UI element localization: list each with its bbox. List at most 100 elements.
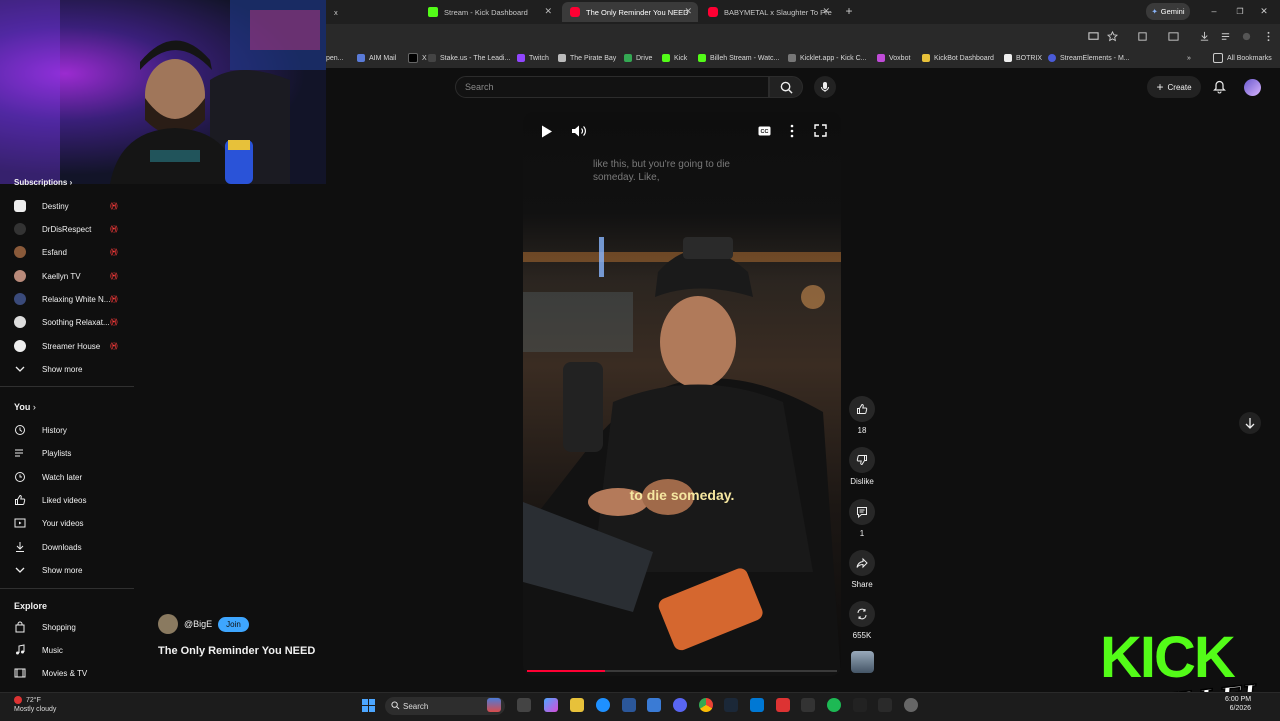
sidebar-item-soothing-relaxation[interactable]: Soothing Relaxat... ((•)) [0,311,140,333]
sidebar-item-downloads[interactable]: Downloads [0,536,140,558]
tab-babymetal[interactable]: BABYMETAL x Slaughter To Pre ✕ [700,2,836,22]
bookmark-stake[interactable]: Stake.us - The Leadi... [428,48,510,68]
sidebar-item-streamer-house[interactable]: Streamer House ((•)) [0,335,140,357]
media-icon[interactable] [1220,31,1231,42]
all-bookmarks[interactable]: All Bookmarks [1213,48,1272,68]
sidebar-item-playlists[interactable]: Playlists [0,442,140,464]
volume-icon[interactable] [571,124,587,138]
sidebar-item-relaxing-white-noise[interactable]: Relaxing White N... ((•)) [0,288,140,310]
channel-avatar[interactable] [158,614,178,634]
tab-kick-dashboard[interactable]: Stream - Kick Dashboard ✕ [420,2,558,22]
sidebar-item-kaellyn-tv[interactable]: Kaellyn TV ((•)) [0,265,140,287]
create-button[interactable]: + Create [1147,76,1201,98]
steam-icon[interactable] [724,698,738,712]
extensions-icon[interactable] [1137,31,1148,42]
more-options-icon[interactable] [789,124,795,138]
close-icon[interactable]: ✕ [684,6,692,17]
join-button[interactable]: Join [218,616,249,632]
play-icon[interactable] [541,125,553,138]
close-icon[interactable]: ✕ [544,6,552,17]
restore-button[interactable]: ❐ [1234,4,1246,18]
windows-start-icon[interactable] [362,699,375,712]
weather-widget[interactable]: 72°F Mostly cloudy [14,696,56,714]
outlook-icon[interactable] [647,698,661,712]
app-icon[interactable] [750,698,764,712]
edge-icon[interactable] [596,698,610,712]
search-button[interactable] [769,76,803,98]
star-icon[interactable] [1107,31,1118,42]
bookmark-billeh-stream[interactable]: Billeh Stream - Watc... [698,48,779,68]
file-explorer-icon[interactable] [570,698,584,712]
split-view-icon[interactable] [1168,31,1179,42]
sidebar-item-music[interactable]: Music [0,639,140,661]
bookmark-1[interactable]: pen... [326,48,344,68]
sidebar-show-more-2[interactable]: Show more [0,559,140,581]
search-input[interactable]: Search [455,76,769,98]
remix-button[interactable]: 655K [848,601,876,640]
sidebar-show-more[interactable]: Show more [0,358,140,380]
close-window-button[interactable]: ✕ [1258,4,1270,18]
app-icon-red[interactable] [776,698,790,712]
account-avatar[interactable] [1244,79,1261,96]
bookmark-streamelements[interactable]: StreamElements - M... [1048,48,1130,68]
sidebar-item-esfand[interactable]: Esfand ((•)) [0,241,140,263]
fullscreen-icon[interactable] [814,124,827,137]
copilot-icon[interactable] [544,698,558,712]
task-view-icon[interactable] [517,698,531,712]
gemini-button[interactable]: ✦ Gemini [1146,3,1190,20]
profile-icon[interactable] [1241,31,1252,42]
tab-the-only-reminder[interactable]: The Only Reminder You NEED ✕ [562,2,698,22]
bookmark-twitch[interactable]: Twitch [517,48,549,68]
spotify-icon[interactable] [827,698,841,712]
close-icon[interactable]: ✕ [822,6,830,17]
taskbar-clock[interactable]: 6:00 PM 6/2026 [1225,695,1251,713]
bookmarks-overflow-button[interactable]: » [1187,48,1191,68]
word-icon[interactable] [622,698,636,712]
dislike-button[interactable]: Dislike [848,447,876,486]
discord-icon[interactable] [673,698,687,712]
bookmark-kick[interactable]: Kick [662,48,687,68]
next-video-button[interactable] [1239,412,1261,434]
live-icon: ((•)) [110,342,118,350]
chrome-icon[interactable] [699,698,713,712]
sidebar-item-shopping[interactable]: Shopping [0,616,140,638]
sidebar-item-liked-videos[interactable]: Liked videos [0,489,140,511]
subscriptions-heading[interactable]: Subscriptions › [14,178,72,187]
app-icon-x[interactable] [853,698,867,712]
sidebar-item-destiny[interactable]: Destiny ((•)) [0,195,140,217]
notifications-bell-icon[interactable] [1213,80,1226,94]
comments-button[interactable]: 1 [848,499,876,538]
captions-icon[interactable]: CC [758,126,771,136]
epic-games-icon[interactable] [878,698,892,712]
bookmark-kicklet[interactable]: Kicklet.app - Kick C... [788,48,867,68]
voice-search-button[interactable] [814,76,836,98]
download-icon[interactable] [1199,31,1210,42]
audio-thumbnail[interactable] [851,651,874,673]
bookmark-drive[interactable]: Drive [624,48,652,68]
bookmark-botrix[interactable]: BOTRIX [1004,48,1042,68]
sidebar-item-your-videos[interactable]: Your videos [0,512,140,534]
share-button[interactable]: Share [848,550,876,589]
menu-kebab-icon[interactable] [1263,31,1274,42]
bookmark-voxbot[interactable]: Voxbot [877,48,910,68]
video-title[interactable]: The Only Reminder You NEED [158,645,315,657]
app-icon-dark[interactable] [801,698,815,712]
shorts-video-player[interactable] [523,112,841,676]
minimize-button[interactable]: – [1208,4,1220,18]
sidebar-item-history[interactable]: History [0,419,140,441]
sidebar-item-drdisrespect[interactable]: DrDisRespect ((•)) [0,218,140,240]
sidebar-item-movies-tv[interactable]: Movies & TV [0,662,140,684]
bookmark-pirate-bay[interactable]: The Pirate Bay [558,48,616,68]
like-button[interactable]: 18 [848,396,876,435]
install-icon[interactable] [1088,31,1099,42]
us-flag-icon[interactable] [487,698,501,712]
you-heading[interactable]: You › [14,402,36,412]
channel-handle[interactable]: @BigE [184,619,212,629]
bookmark-aim-mail[interactable]: AIM Mail [357,48,396,68]
bookmark-kickbot[interactable]: KickBot Dashboard [922,48,994,68]
new-tab-button[interactable]: + [842,4,856,18]
settings-icon[interactable] [904,698,918,712]
tab-1[interactable]: x [326,2,416,22]
sidebar-item-watch-later[interactable]: Watch later [0,466,140,488]
bookmark-x[interactable]: X [408,48,427,68]
